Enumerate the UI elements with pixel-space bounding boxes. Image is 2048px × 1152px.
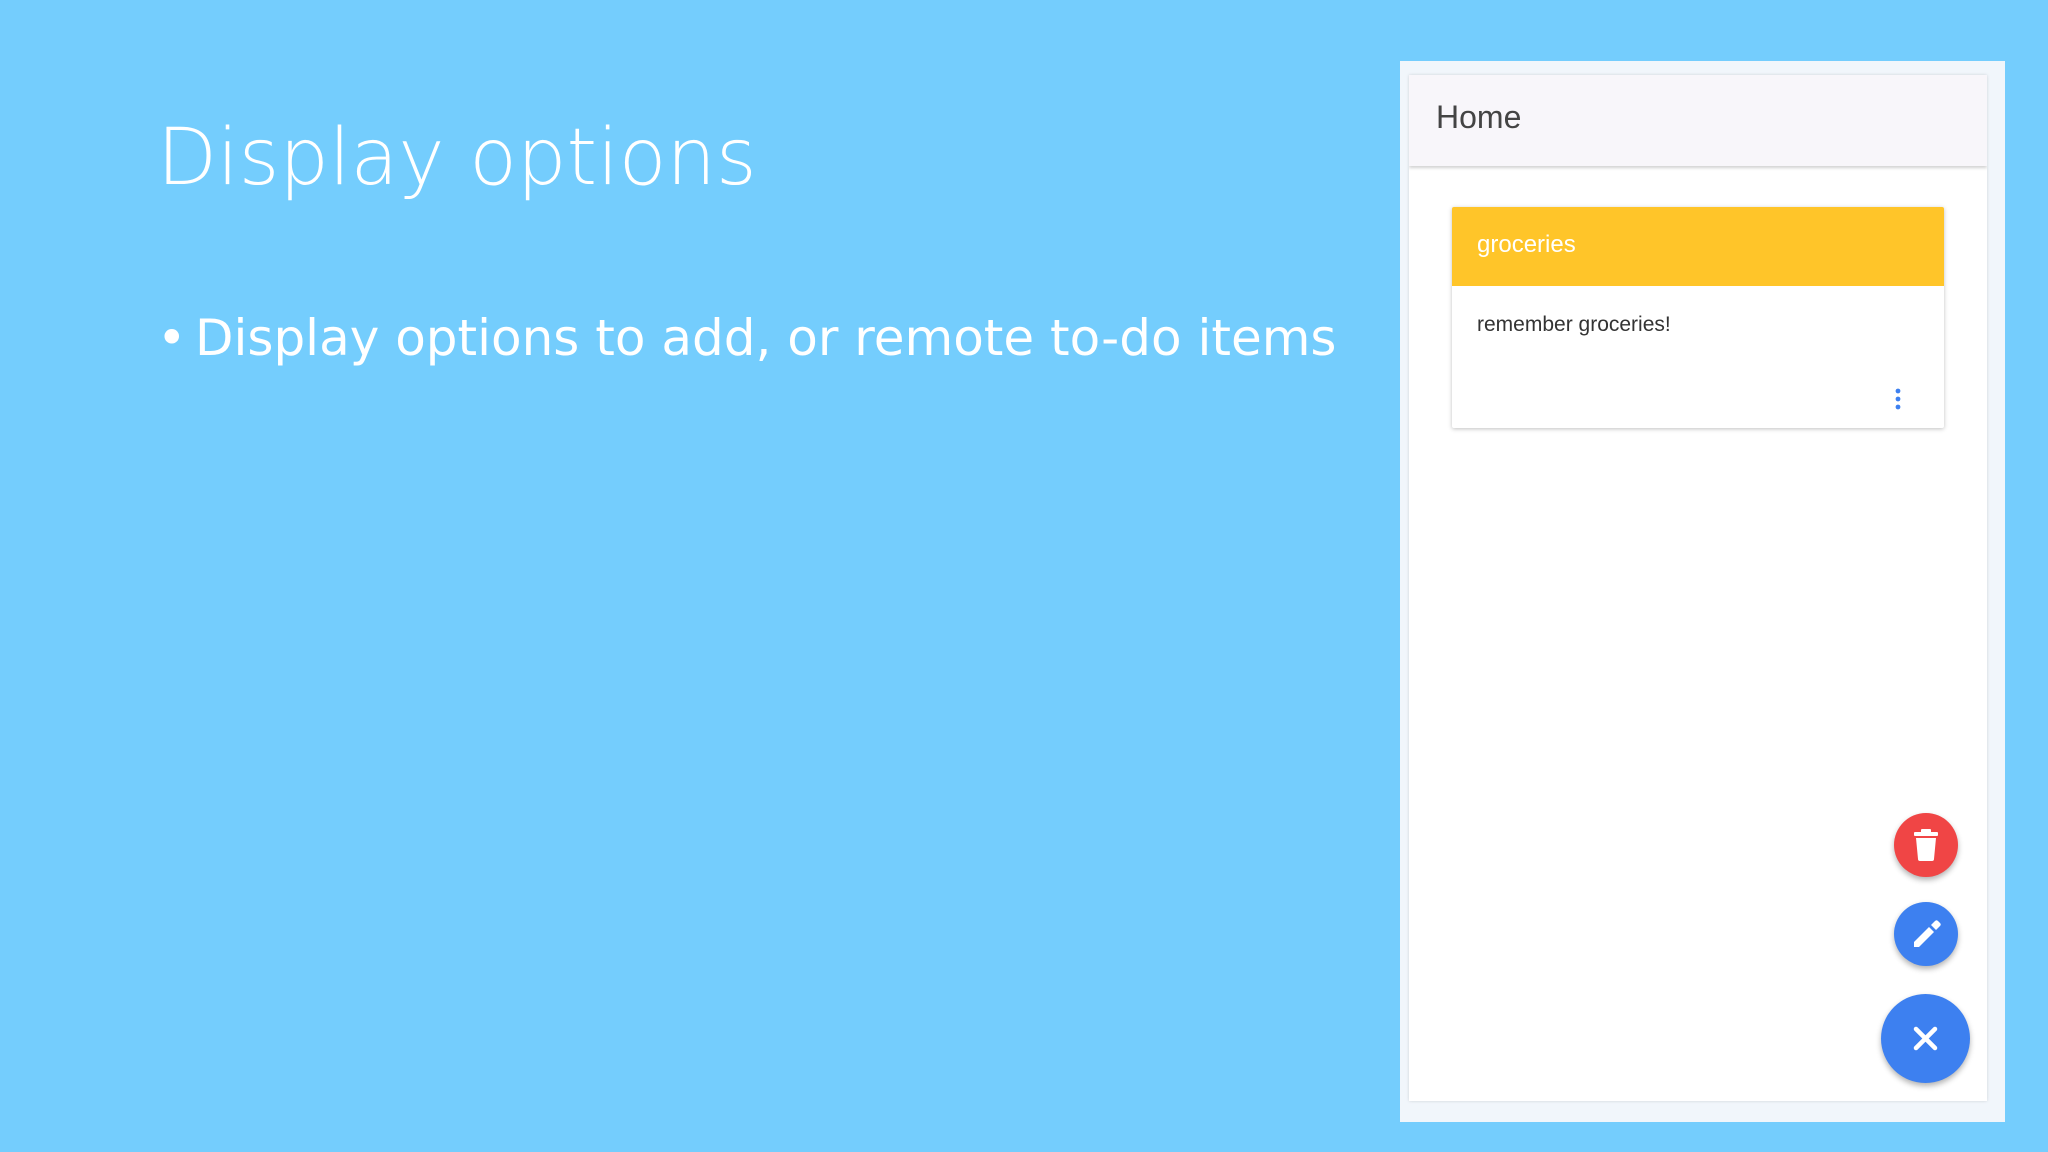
edit-button[interactable]: [1894, 902, 1958, 966]
todo-card[interactable]: groceries remember groceries!: [1452, 207, 1944, 428]
close-icon: [1913, 1026, 1938, 1051]
pencil-icon: [1914, 920, 1941, 947]
bullet-dot: •: [157, 309, 187, 367]
close-button[interactable]: [1881, 994, 1970, 1083]
slide-title: Display options: [157, 113, 757, 203]
more-vertical-icon[interactable]: [1888, 384, 1908, 414]
delete-button[interactable]: [1894, 813, 1958, 877]
app-bar: Home: [1409, 75, 1987, 166]
app-window: Home groceries remember groceries!: [1409, 75, 1987, 1101]
bullet-text: Display options to add, or remote to-do …: [195, 309, 1337, 367]
app-bar-title: Home: [1436, 99, 1522, 135]
trash-icon: [1914, 829, 1938, 861]
card-header: groceries: [1452, 207, 1944, 286]
bullet-item: • Display options to add, or remote to-d…: [157, 308, 1336, 368]
bullet-list: • Display options to add, or remote to-d…: [157, 308, 1336, 368]
card-body-text: remember groceries!: [1477, 313, 1671, 336]
card-title: groceries: [1477, 231, 1576, 258]
